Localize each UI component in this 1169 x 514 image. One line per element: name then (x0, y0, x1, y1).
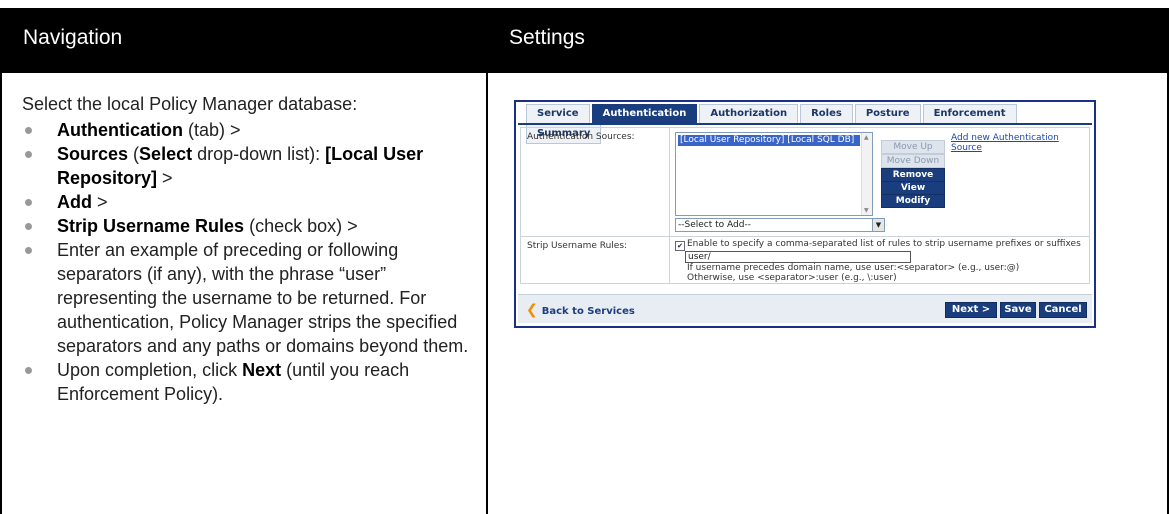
step-keyword: Add (57, 192, 92, 212)
step-sources: Sources (Select drop-down list): [Local … (22, 142, 474, 190)
step-text: drop-down list): (192, 144, 326, 164)
step-text: Enter an example of preceding or followi… (57, 240, 469, 356)
header-settings: Settings (509, 26, 585, 49)
navigation-steps: Authentication (tab) > Sources (Select d… (22, 118, 474, 406)
form-footer: ❮ Back to Services Next > Save Cancel (518, 294, 1092, 323)
remove-button[interactable]: Remove (881, 168, 945, 182)
navigation-column: Select the local Policy Manager database… (22, 92, 474, 406)
save-button[interactable]: Save (1000, 302, 1036, 318)
back-to-services-link[interactable]: ❮ Back to Services (526, 302, 635, 318)
strip-rules-input[interactable]: user/ (685, 251, 911, 263)
tab-roles[interactable]: Roles (800, 104, 853, 124)
add-auth-source-link[interactable]: Add new Authentication Source (951, 133, 1089, 153)
step-strip-username-rules: Strip Username Rules (check box) > (22, 214, 474, 238)
tab-authorization[interactable]: Authorization (699, 104, 799, 124)
header-navigation: Navigation (23, 26, 123, 49)
form-column-divider (669, 128, 670, 236)
auth-sources-label: Authentication Sources: (527, 132, 635, 142)
scroll-up-icon[interactable]: ▲ (864, 134, 869, 141)
hint-precedes-domain: If username precedes domain name, use us… (687, 263, 1020, 273)
navigation-intro: Select the local Policy Manager database… (22, 94, 358, 114)
tab-enforcement[interactable]: Enforcement (922, 104, 1017, 124)
step-text: > (92, 192, 108, 212)
move-down-button[interactable]: Move Down (881, 154, 945, 168)
strip-username-label: Strip Username Rules: (527, 241, 628, 251)
auth-sources-listbox[interactable]: [Local User Repository] [Local SQL DB] ▲… (675, 132, 873, 216)
step-click-next: Upon completion, click Next (until you r… (22, 358, 474, 406)
tab-service[interactable]: Service (526, 104, 590, 124)
strip-checkbox-label: Enable to specify a comma-separated list… (687, 239, 1081, 249)
tab-bar: Service Authentication Authorization Rol… (526, 104, 1094, 144)
step-keyword: Authentication (57, 120, 183, 140)
selected-source-item[interactable]: [Local User Repository] [Local SQL DB] (678, 135, 860, 146)
select-placeholder: --Select to Add-- (678, 220, 751, 230)
step-text: Upon completion, click (57, 360, 243, 380)
form-column-divider (669, 237, 670, 283)
next-button[interactable]: Next > (945, 302, 997, 318)
strip-username-checkbox[interactable]: ✔ (675, 241, 685, 251)
step-add: Add > (22, 190, 474, 214)
settings-screenshot: Service Authentication Authorization Rol… (514, 100, 1096, 328)
step-keyword: Select (139, 144, 193, 164)
step-keyword: Next (242, 360, 282, 380)
strip-username-row: Strip Username Rules: ✔ Enable to specif… (521, 237, 1089, 283)
back-chevron-icon: ❮ (526, 302, 538, 318)
view-details-button[interactable]: View Details (881, 181, 945, 205)
auth-sources-row: Authentication Sources: [Local User Repo… (521, 128, 1089, 237)
modify-button[interactable]: Modify (881, 194, 945, 208)
step-authentication: Authentication (tab) > (22, 118, 474, 142)
back-link-text: Back to Services (541, 306, 635, 317)
step-text: (tab) > (183, 120, 241, 140)
select-to-add-dropdown[interactable]: --Select to Add-- ▼ (675, 218, 885, 232)
step-keyword: Strip Username Rules (57, 216, 245, 236)
cancel-button[interactable]: Cancel (1039, 302, 1087, 318)
step-enter-example: Enter an example of preceding or followi… (22, 238, 474, 358)
table-header: Navigation Settings (0, 8, 1169, 73)
table-border-left (0, 8, 2, 514)
authentication-form: Authentication Sources: [Local User Repo… (520, 127, 1090, 284)
step-text: (check box) > (244, 216, 358, 236)
tab-underline (518, 123, 1092, 125)
step-text: > (157, 168, 173, 188)
move-up-button[interactable]: Move Up (881, 140, 945, 154)
listbox-scrollbar[interactable]: ▲ ▼ (861, 133, 872, 215)
two-column-table: Navigation Settings Select the local Pol… (0, 8, 1169, 514)
hint-otherwise: Otherwise, use <separator>:user (e.g., \… (687, 273, 897, 283)
step-text: ( (128, 144, 140, 164)
chevron-down-icon[interactable]: ▼ (872, 219, 884, 231)
tab-posture[interactable]: Posture (854, 104, 921, 124)
column-divider (486, 8, 488, 514)
scroll-down-icon[interactable]: ▼ (864, 207, 869, 214)
tab-authentication[interactable]: Authentication (591, 104, 698, 124)
step-keyword: Sources (57, 144, 129, 164)
